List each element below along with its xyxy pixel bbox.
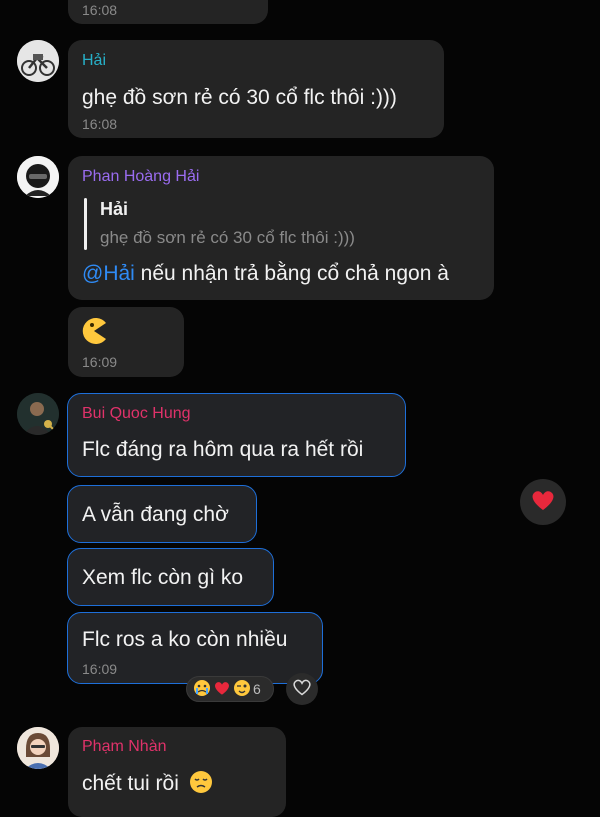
reactions-summary[interactable]: 6 [186,676,274,702]
message-time: 16:09 [82,354,118,370]
wink-face-icon [233,679,251,700]
message-text: @Hải nếu nhận trả bằng cổ chả ngon à [82,262,449,286]
avatar-hai[interactable] [17,40,59,82]
message-text: Flc ros a ko còn nhiều [82,628,288,651]
reaction-count: 6 [253,681,261,697]
sender-name[interactable]: Hải [82,52,106,70]
sender-name[interactable]: Bui Quoc Hung [82,405,191,423]
message-bubble[interactable]: Flc ros a ko còn nhiều 16:09 [67,612,323,684]
message-text: Flc đáng ra hôm qua ra hết rồi [82,438,364,461]
sender-name[interactable]: Phạm Nhàn [82,738,167,756]
message-bubble-emoji[interactable]: 16:09 [68,307,184,377]
disappointed-face-icon [189,770,213,800]
message-bubble[interactable]: Hải ghẹ đồ sơn rẻ có 30 cổ flc thôi :)))… [68,40,444,138]
message-text: Xem flc còn gì ko [82,566,244,589]
pacman-face-icon [80,317,108,350]
quoted-sender[interactable]: Hải [100,199,128,220]
quote-bar [84,198,87,250]
mention-link[interactable]: @Hải [82,262,135,285]
avatar-pham-nhan[interactable] [17,727,59,769]
message-bubble[interactable]: Xem flc còn gì ko [67,548,274,606]
heart-reaction-button[interactable] [520,479,566,525]
message-text: ghẹ đồ sơn rẻ có 30 cổ flc thôi :))) [82,86,397,109]
message-time: 16:09 [82,661,118,677]
heart-outline-icon [292,678,312,701]
message-time: 16:08 [82,2,118,18]
message-body: nếu nhận trả bằng cổ chả ngon à [134,262,449,285]
heart-reaction-icon [530,488,556,517]
message-bubble-previous[interactable]: 16:08 [68,0,268,24]
message-bubble[interactable]: A vẫn đang chờ [67,485,257,543]
avatar-bui-quoc-hung[interactable] [17,393,59,435]
crying-face-icon [193,679,211,700]
message-body: chết tui rồi [82,772,179,795]
sender-name[interactable]: Phan Hoàng Hải [82,168,199,186]
avatar-phan-hoang-hai[interactable] [17,156,59,198]
heart-icon [213,680,231,699]
message-text: A vẫn đang chờ [82,503,229,526]
add-reaction-button[interactable] [286,673,318,705]
message-bubble-reply[interactable]: Phan Hoàng Hải Hải ghẹ đồ sơn rẻ có 30 c… [68,156,494,300]
quoted-text[interactable]: ghẹ đồ sơn rẻ có 30 cổ flc thôi :))) [100,228,355,248]
message-bubble[interactable]: Phạm Nhàn chết tui rồi [68,727,286,817]
message-time: 16:08 [82,116,118,132]
message-bubble[interactable]: Bui Quoc Hung Flc đáng ra hôm qua ra hết… [67,393,406,477]
message-text: chết tui rồi [82,770,213,800]
